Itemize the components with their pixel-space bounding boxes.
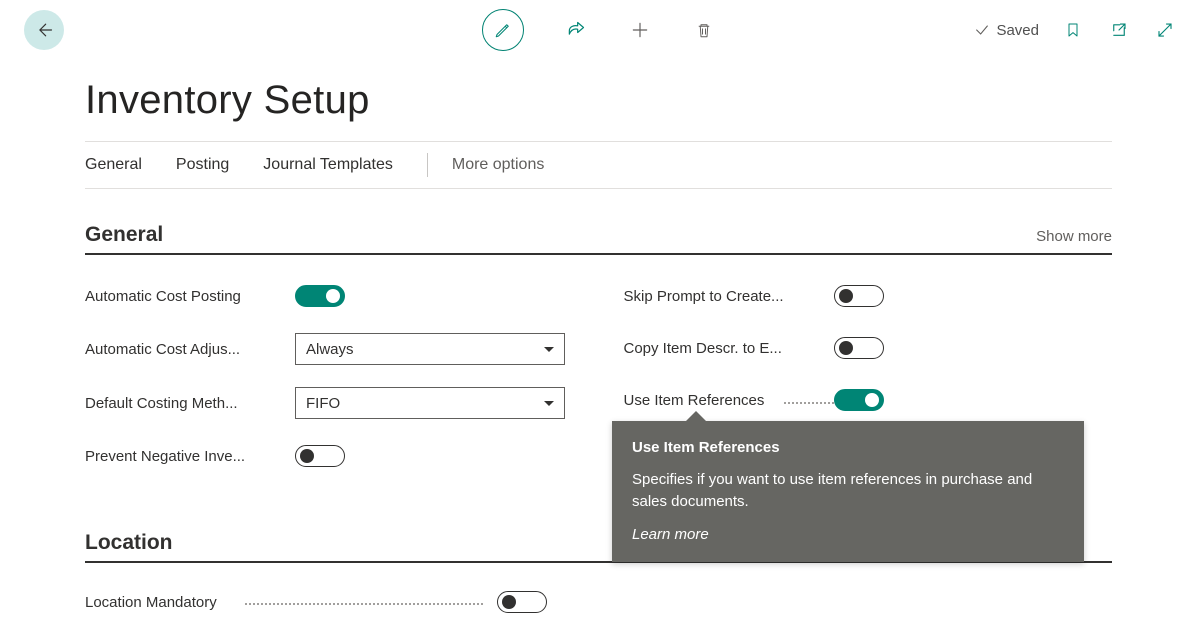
page-title: Inventory Setup — [85, 78, 1112, 123]
saved-label: Saved — [996, 22, 1039, 39]
toggle-skip-prompt[interactable] — [834, 285, 884, 307]
new-button[interactable] — [628, 18, 652, 42]
tooltip-use-item-references: Use Item References Specifies if you wan… — [612, 421, 1084, 562]
label-copy-item-descr: Copy Item Descr. to E... — [624, 340, 834, 357]
select-default-costing-method[interactable]: FIFO — [295, 387, 565, 419]
trash-icon — [695, 20, 713, 40]
label-location-mandatory-text: Location Mandatory — [85, 594, 217, 611]
popout-button[interactable] — [1107, 18, 1131, 42]
tooltip-learn-more[interactable]: Learn more — [632, 524, 1064, 546]
pencil-icon — [494, 21, 512, 39]
toggle-use-item-references[interactable] — [834, 389, 884, 411]
select-value: FIFO — [306, 395, 340, 412]
saved-status: Saved — [974, 22, 1039, 39]
label-use-item-references: Use Item References — [624, 392, 834, 409]
back-button[interactable] — [24, 10, 64, 50]
arrow-left-icon — [34, 20, 54, 40]
select-value: Always — [306, 341, 354, 358]
toggle-location-mandatory[interactable] — [497, 591, 547, 613]
section-title-location: Location — [85, 531, 173, 555]
show-more-general[interactable]: Show more — [1036, 228, 1112, 245]
label-location-mandatory: Location Mandatory — [85, 594, 497, 611]
label-skip-prompt: Skip Prompt to Create... — [624, 288, 834, 305]
more-options[interactable]: More options — [452, 156, 545, 174]
delete-button[interactable] — [692, 18, 716, 42]
bookmark-button[interactable] — [1061, 18, 1085, 42]
check-icon — [974, 22, 990, 38]
toggle-auto-cost-posting[interactable] — [295, 285, 345, 307]
tab-general[interactable]: General — [85, 156, 142, 174]
plus-icon — [630, 20, 650, 40]
select-auto-cost-adjustment[interactable]: Always — [295, 333, 565, 365]
tooltip-body: Specifies if you want to use item refere… — [632, 469, 1064, 513]
toggle-prevent-negative-inventory[interactable] — [295, 445, 345, 467]
expand-button[interactable] — [1153, 18, 1177, 42]
edit-button[interactable] — [482, 9, 524, 51]
toggle-copy-item-descr[interactable] — [834, 337, 884, 359]
tab-journal-templates[interactable]: Journal Templates — [263, 156, 393, 174]
label-default-costing-method: Default Costing Meth... — [85, 395, 295, 412]
share-icon — [566, 20, 586, 40]
label-prevent-negative-inventory: Prevent Negative Inve... — [85, 448, 295, 465]
tab-separator — [427, 153, 428, 177]
label-use-item-references-text: Use Item References — [624, 392, 765, 409]
popout-icon — [1110, 21, 1128, 39]
tooltip-title: Use Item References — [632, 437, 1064, 459]
tab-posting[interactable]: Posting — [176, 156, 229, 174]
section-title-general: General — [85, 223, 163, 247]
label-auto-cost-adjustment: Automatic Cost Adjus... — [85, 341, 295, 358]
bookmark-icon — [1065, 20, 1081, 40]
label-auto-cost-posting: Automatic Cost Posting — [85, 288, 295, 305]
share-button[interactable] — [564, 18, 588, 42]
expand-icon — [1156, 21, 1174, 39]
